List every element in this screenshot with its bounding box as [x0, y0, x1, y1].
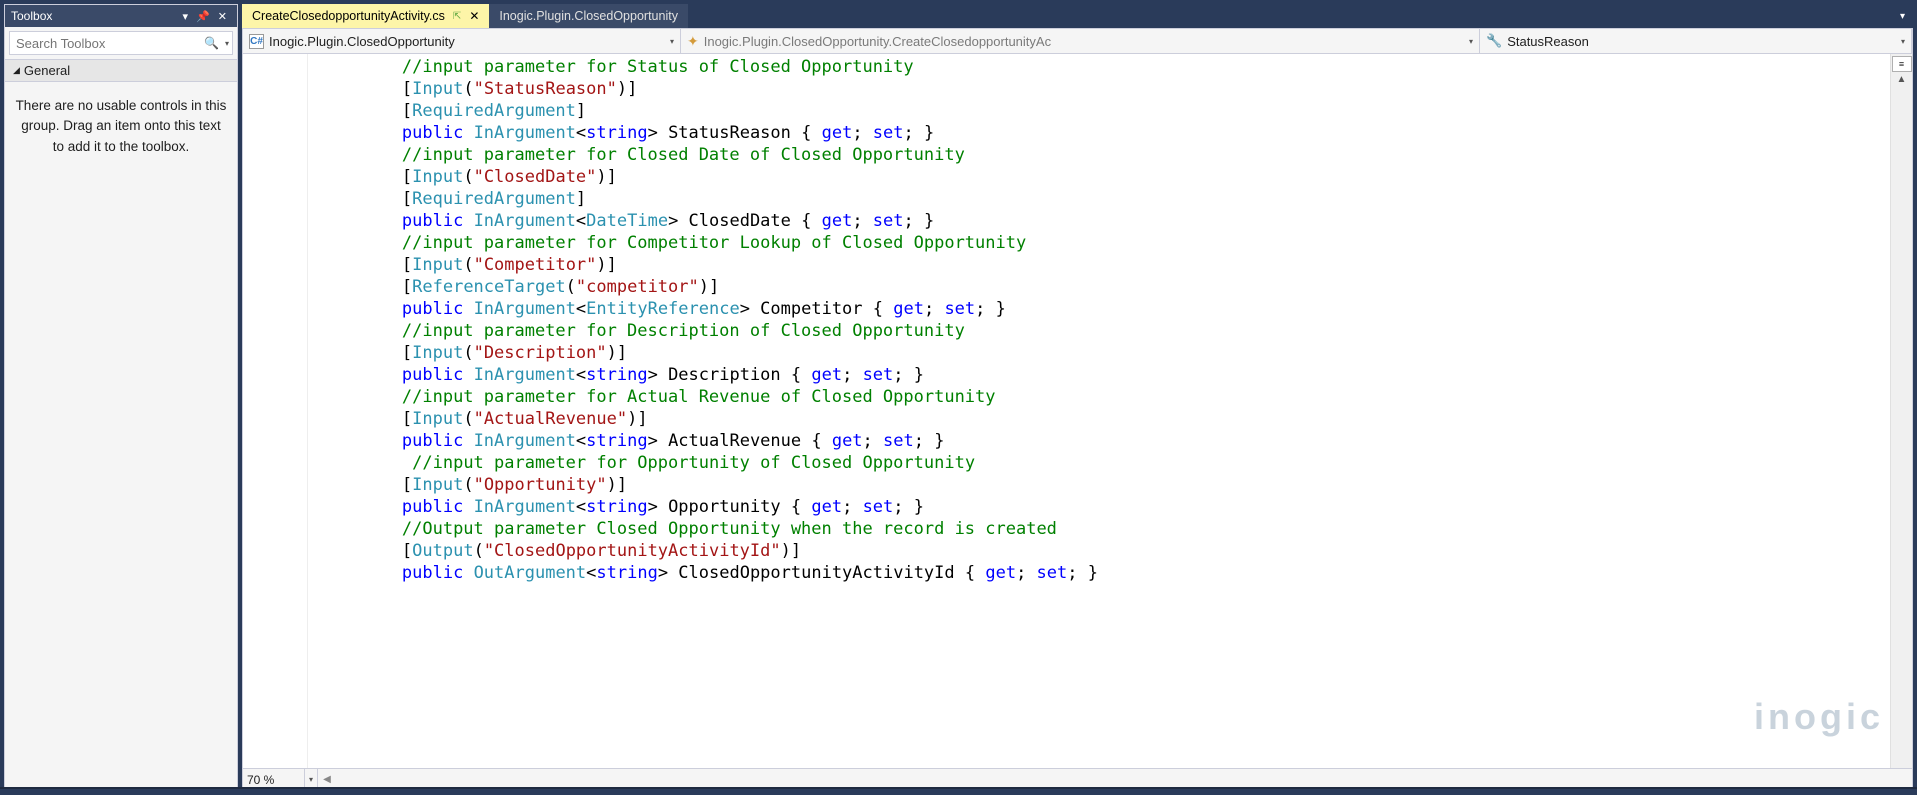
toolbox-search-input[interactable]	[10, 34, 198, 53]
chevron-down-icon: ▾	[1463, 37, 1473, 46]
tab-label: CreateClosedopportunityActivity.cs	[252, 9, 445, 23]
search-icon[interactable]: 🔍	[198, 36, 225, 50]
toolbox-panel: Toolbox ▾ 📌 ✕ 🔍 ▾ ◢ General There are no…	[4, 4, 238, 791]
editor-area: CreateClosedopportunityActivity.cs ⇱ ✕ I…	[242, 4, 1913, 791]
tab-active[interactable]: CreateClosedopportunityActivity.cs ⇱ ✕	[242, 4, 489, 28]
editor-right-widgets: ≡ ▲	[1890, 54, 1912, 768]
pin-icon[interactable]: 📌	[192, 10, 214, 23]
split-window-icon[interactable]: ≡	[1892, 56, 1912, 72]
nav-member-dropdown[interactable]: 🔧 StatusReason ▾	[1480, 29, 1912, 53]
nav-type-dropdown[interactable]: ✦ Inogic.Plugin.ClosedOpportunity.Create…	[681, 29, 1480, 53]
navigation-bar: C# Inogic.Plugin.ClosedOpportunity ▾ ✦ I…	[242, 28, 1913, 54]
close-icon[interactable]: ✕	[469, 9, 479, 23]
status-bar	[0, 787, 1917, 795]
toolbox-search[interactable]: 🔍 ▾	[9, 31, 233, 55]
csharp-icon: C#	[249, 34, 264, 49]
nav-type-label: Inogic.Plugin.ClosedOpportunity.CreateCl…	[704, 34, 1051, 49]
chevron-down-icon: ▾	[664, 37, 674, 46]
window-options-icon[interactable]: ▾	[179, 10, 193, 23]
toolbox-group-header[interactable]: ◢ General	[5, 59, 237, 82]
nav-scope-dropdown[interactable]: C# Inogic.Plugin.ClosedOpportunity ▾	[243, 29, 681, 53]
pin-icon[interactable]: ⇱	[453, 11, 461, 22]
toolbox-group-label: General	[24, 63, 70, 78]
toolbox-header: Toolbox ▾ 📌 ✕	[5, 5, 237, 27]
close-icon[interactable]: ✕	[214, 10, 231, 23]
chevron-down-icon: ▾	[1895, 37, 1905, 46]
code-editor[interactable]: //input parameter for Status of Closed O…	[242, 54, 1913, 769]
tab-inactive[interactable]: Inogic.Plugin.ClosedOpportunity	[489, 4, 688, 28]
tab-row: CreateClosedopportunityActivity.cs ⇱ ✕ I…	[242, 4, 1913, 28]
search-options-icon[interactable]: ▾	[225, 39, 233, 48]
wrench-icon: 🔧	[1486, 33, 1502, 49]
toolbox-empty-message: There are no usable controls in this gro…	[5, 82, 237, 171]
collapse-icon: ◢	[13, 65, 20, 76]
tab-label: Inogic.Plugin.ClosedOpportunity	[499, 9, 678, 23]
class-icon: ✦	[687, 33, 699, 50]
nav-scope-label: Inogic.Plugin.ClosedOpportunity	[269, 34, 455, 49]
code-body[interactable]: //input parameter for Status of Closed O…	[308, 54, 1890, 768]
tab-overflow-icon[interactable]: ▾	[1892, 4, 1913, 28]
scroll-up-icon[interactable]: ▲	[1893, 74, 1911, 85]
editor-margin	[243, 54, 308, 768]
nav-member-label: StatusReason	[1507, 34, 1589, 49]
toolbox-title: Toolbox	[11, 9, 179, 23]
scroll-left-icon[interactable]: ◀	[320, 774, 334, 785]
